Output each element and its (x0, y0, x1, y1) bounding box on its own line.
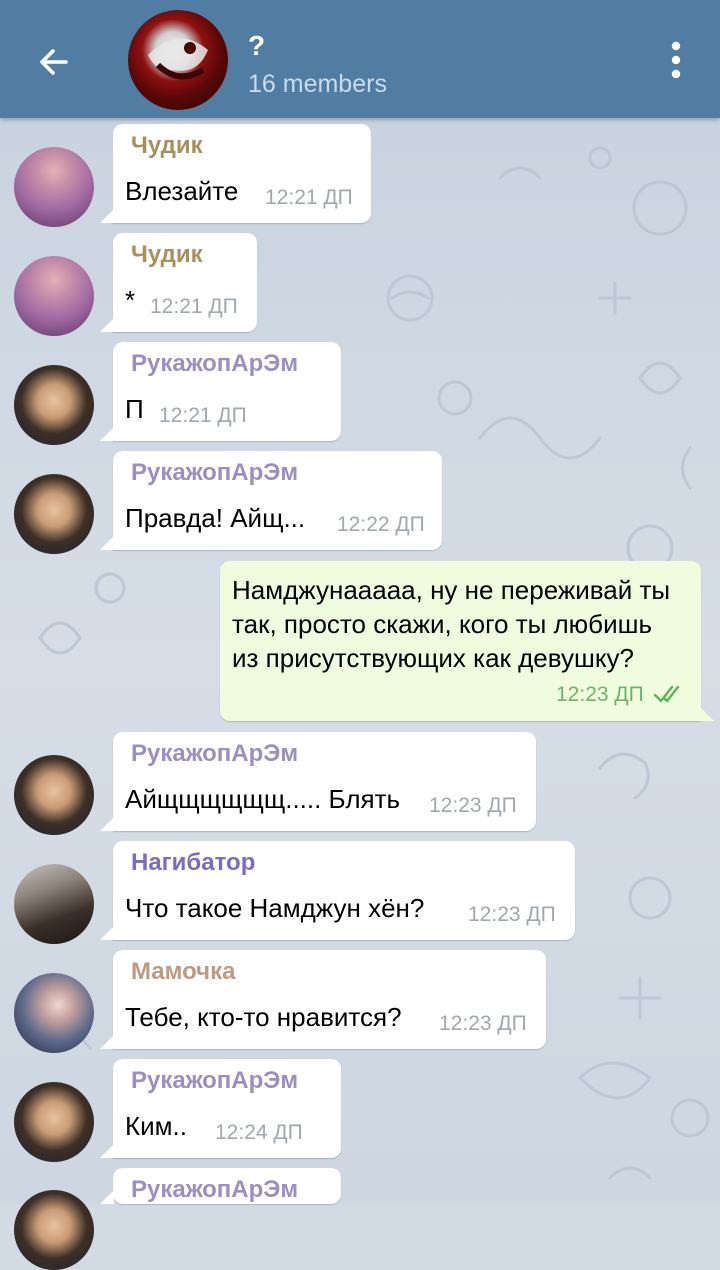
message-bubble[interactable]: РукажопАрЭм Ким.. 12:24 ДП (100, 1059, 341, 1158)
message-text: Что такое Намджун хён? (125, 893, 425, 923)
message-bubble[interactable]: РукажопАрЭм Айщщщщщщ..... Блять 12:23 ДП (100, 732, 536, 831)
more-vertical-icon (671, 41, 681, 79)
message-bubble[interactable]: Мамочка Тебе, кто-то нравится? 12:23 ДП (100, 950, 546, 1049)
sender-name[interactable]: Чудик (131, 241, 203, 269)
arrow-left-icon (40, 49, 68, 75)
sender-name[interactable]: РукажопАрЭм (131, 459, 298, 487)
message-text: П (125, 394, 144, 424)
message-time: 12:24 ДП (215, 1121, 303, 1144)
message-text: * (125, 285, 136, 315)
avatar-chudik[interactable] (14, 256, 94, 336)
group-avatar[interactable] (128, 10, 228, 110)
avatar-rukazhoparem[interactable] (14, 1190, 94, 1270)
avatar-rukazhoparem[interactable] (14, 474, 94, 554)
double-check-icon (654, 685, 680, 703)
message-text: Намджунааааа, ну не переживай ты так, пр… (232, 575, 671, 673)
message-text: Ким.. (125, 1111, 187, 1141)
message-time: 12:21 ДП (159, 404, 247, 427)
message-bubble[interactable]: РукажопАрЭм (100, 1168, 341, 1204)
message-bubble[interactable]: Чудик * 12:21 ДП (100, 233, 257, 332)
message-text: Правда! Айщ... (125, 503, 306, 533)
chat-title: ? (248, 30, 266, 61)
back-button[interactable] (30, 38, 78, 86)
message-time: 12:22 ДП (337, 513, 425, 536)
message-text: Тебе, кто-то нравится? (125, 1002, 402, 1032)
message-time: 12:21 ДП (150, 295, 238, 318)
chat-header: ? 16 members (0, 0, 720, 118)
sender-name[interactable]: РукажопАрЭм (131, 350, 298, 378)
member-count: 16 members (248, 70, 387, 98)
message-time: 12:21 ДП (265, 186, 353, 209)
avatar-mamochka[interactable] (14, 973, 94, 1053)
sender-name[interactable]: Чудик (131, 132, 203, 160)
sender-name[interactable]: Нагибатор (131, 849, 255, 877)
avatar-rukazhoparem[interactable] (14, 1082, 94, 1162)
sender-name[interactable]: Мамочка (131, 958, 235, 986)
sender-name[interactable]: РукажопАрЭм (131, 1176, 298, 1204)
outgoing-message-bubble[interactable]: Намджунааааа, ну не переживай ты так, пр… (220, 561, 714, 721)
message-time: 12:23 ДП (556, 683, 644, 706)
message-time: 12:23 ДП (468, 903, 556, 926)
avatar-nagibator[interactable] (14, 864, 94, 944)
more-options-button[interactable] (656, 38, 696, 82)
message-time: 12:23 ДП (439, 1012, 527, 1035)
message-bubble[interactable]: РукажопАрЭм Правда! Айщ... 12:22 ДП (100, 451, 442, 550)
message-bubble[interactable]: Нагибатор Что такое Намджун хён? 12:23 Д… (100, 841, 575, 940)
avatar-rukazhoparem[interactable] (14, 365, 94, 445)
group-avatar-image (148, 38, 208, 80)
message-time: 12:23 ДП (429, 794, 517, 817)
message-bubble[interactable]: РукажопАрЭм П 12:21 ДП (100, 342, 341, 441)
message-bubble[interactable]: Чудик Влезайте 12:21 ДП (100, 124, 371, 223)
avatar-rukazhoparem[interactable] (14, 755, 94, 835)
message-text: Влезайте (125, 176, 239, 206)
avatar-chudik[interactable] (14, 147, 94, 227)
sender-name[interactable]: РукажопАрЭм (131, 740, 298, 768)
sender-name[interactable]: РукажопАрЭм (131, 1067, 298, 1095)
message-text: Айщщщщщщ..... Блять (125, 784, 401, 814)
